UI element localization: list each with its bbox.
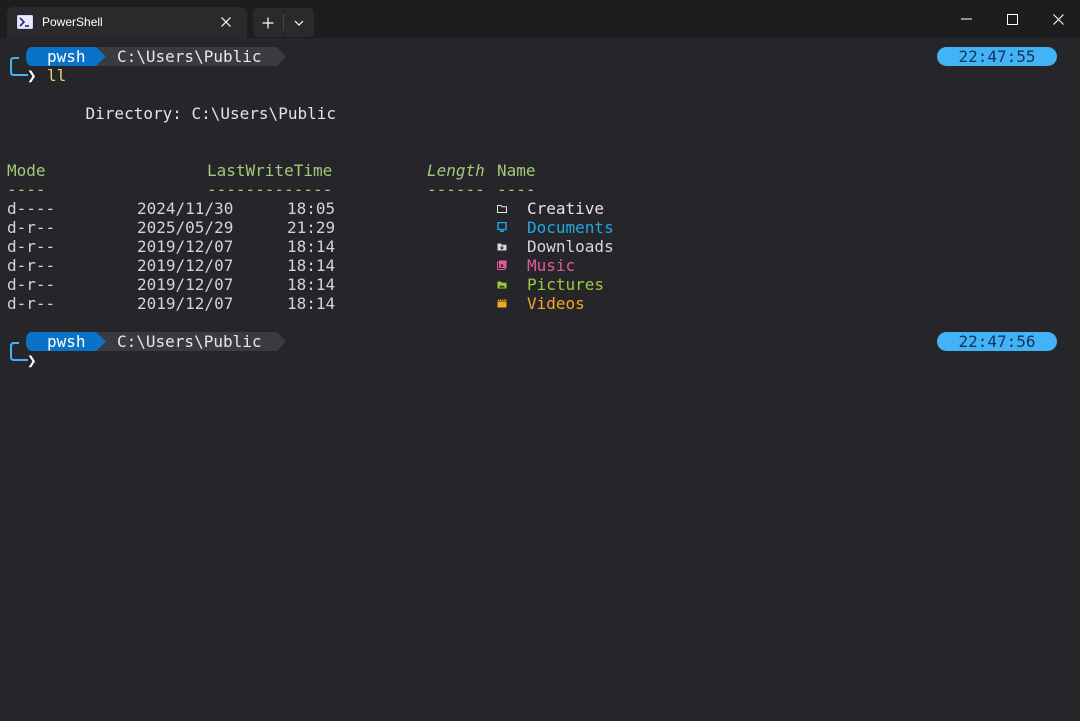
row-name: Creative — [527, 199, 605, 218]
directory-label: Directory: C:\Users\Public — [47, 104, 336, 123]
plus-icon — [262, 17, 274, 28]
downloads-icon — [497, 243, 507, 251]
tab-title: PowerShell — [42, 15, 103, 29]
prompt-line: pwsh C:\Users\Public 22:47:56 ❯ — [0, 332, 1080, 372]
segment-arrow — [96, 47, 107, 66]
title-bar: PowerShell — [0, 0, 1080, 38]
pictures-icon — [497, 281, 507, 289]
close-window-icon — [1052, 13, 1064, 25]
maximize-button[interactable] — [989, 0, 1035, 38]
tab-close-button[interactable] — [217, 13, 235, 31]
table-row: d-r-- 2019/12/07 18:14 Pictures — [0, 275, 1080, 294]
row-mode: d-r-- — [7, 218, 56, 237]
prompt-chevron: ❯ — [27, 66, 37, 85]
maximize-icon — [1006, 13, 1018, 25]
path-segment: C:\Users\Public — [107, 47, 277, 66]
row-time: 18:14 — [287, 294, 336, 313]
row-mode: d-r-- — [7, 294, 56, 313]
segment-arrow-end — [277, 47, 286, 66]
music-icon — [497, 260, 507, 270]
new-tab-button[interactable] — [253, 8, 283, 37]
prompt-chevron: ❯ — [27, 351, 37, 370]
row-name: Documents — [527, 218, 614, 237]
segment-arrow-end — [277, 332, 286, 351]
table-row: d-r-- 2019/12/07 18:14 Downloads — [0, 237, 1080, 256]
row-date: 2019/12/07 — [137, 275, 234, 294]
prompt-time: 22:47:55 — [937, 47, 1057, 66]
path-segment: C:\Users\Public — [107, 332, 277, 351]
row-date: 2024/11/30 — [137, 199, 234, 218]
table-row: d-r-- 2025/05/29 21:29 Documents — [0, 218, 1080, 237]
profile-dropdown-button[interactable] — [284, 8, 314, 37]
minimize-icon — [960, 18, 972, 20]
row-date: 2019/12/07 — [137, 256, 234, 275]
row-date: 2019/12/07 — [137, 294, 234, 313]
table-row: d---- 2024/11/30 18:05 Creative — [0, 199, 1080, 218]
videos-icon — [497, 299, 507, 308]
terminal-content[interactable]: pwsh C:\Users\Public 22:47:55 ❯ ll Direc… — [0, 38, 1080, 721]
chevron-down-icon — [294, 20, 304, 26]
row-name: Videos — [527, 294, 585, 313]
folder-icon — [497, 205, 507, 213]
row-name: Downloads — [527, 237, 614, 256]
header-lastwritetime: LastWriteTime — [207, 161, 333, 180]
header-name: Name — [497, 161, 536, 180]
row-time: 18:05 — [287, 199, 336, 218]
underline-name: ---- — [497, 180, 536, 199]
shell-segment: pwsh — [32, 332, 96, 351]
powershell-icon — [17, 15, 33, 29]
header-length: Length — [427, 161, 485, 180]
row-mode: d-r-- — [7, 256, 56, 275]
close-icon — [221, 17, 231, 27]
row-mode: d-r-- — [7, 237, 56, 256]
documents-icon — [497, 222, 507, 232]
prompt-line: pwsh C:\Users\Public 22:47:55 ❯ ll — [0, 47, 1080, 87]
row-date: 2025/05/29 — [137, 218, 234, 237]
underline-lastwritetime: ------------- — [207, 180, 333, 199]
row-time: 21:29 — [287, 218, 336, 237]
row-mode: d---- — [7, 199, 56, 218]
row-time: 18:14 — [287, 237, 336, 256]
command-text: ll — [47, 66, 67, 85]
row-time: 18:14 — [287, 256, 336, 275]
close-window-button[interactable] — [1035, 0, 1080, 38]
shell-segment: pwsh — [32, 47, 96, 66]
underline-mode: ---- — [7, 180, 46, 199]
underline-length: ------ — [427, 180, 485, 199]
header-mode: Mode — [7, 161, 46, 180]
row-time: 18:14 — [287, 275, 336, 294]
prompt-time: 22:47:56 — [937, 332, 1057, 351]
table-row: d-r-- 2019/12/07 18:14 Videos — [0, 294, 1080, 313]
row-name: Pictures — [527, 275, 605, 294]
tab-powershell[interactable]: PowerShell — [7, 7, 247, 38]
row-name: Music — [527, 256, 576, 275]
minimize-button[interactable] — [943, 0, 989, 38]
row-date: 2019/12/07 — [137, 237, 234, 256]
table-row: d-r-- 2019/12/07 18:14 Music — [0, 256, 1080, 275]
row-mode: d-r-- — [7, 275, 56, 294]
segment-arrow — [96, 332, 107, 351]
